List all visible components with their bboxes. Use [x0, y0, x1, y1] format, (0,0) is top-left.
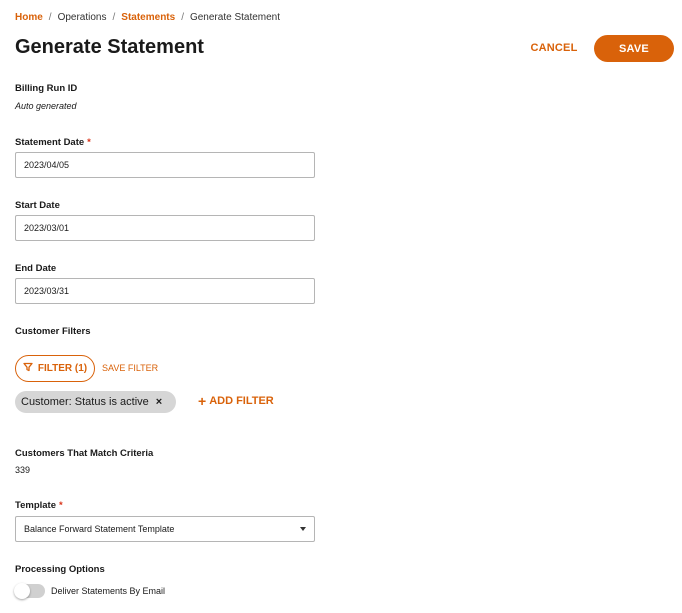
breadcrumb-separator: /: [181, 12, 184, 23]
email-delivery-toggle[interactable]: [14, 583, 45, 599]
match-criteria-label: Customers That Match Criteria: [15, 448, 154, 459]
billing-run-id-value: Auto generated: [15, 101, 77, 111]
end-date-field[interactable]: 2023/03/31: [15, 278, 315, 304]
plus-icon: +: [198, 393, 207, 409]
start-date-value: 2023/03/01: [24, 223, 70, 233]
breadcrumb-statements[interactable]: Statements: [121, 12, 175, 23]
email-delivery-label: Deliver Statements By Email: [51, 586, 166, 596]
close-icon[interactable]: ×: [156, 396, 162, 408]
customer-filters-label: Customer Filters: [15, 326, 91, 337]
processing-options-label: Processing Options: [15, 564, 105, 575]
required-marker: *: [87, 137, 91, 148]
funnel-icon: [23, 362, 33, 375]
breadcrumb: Home / Operations / Statements / Generat…: [15, 12, 280, 23]
start-date-label: Start Date: [15, 200, 60, 211]
cancel-button[interactable]: CANCEL: [524, 38, 584, 58]
end-date-label: End Date: [15, 263, 57, 274]
billing-run-id-label: Billing Run ID: [15, 83, 78, 94]
statement-date-label: Statement Date *: [15, 137, 91, 148]
template-label: Template *: [15, 500, 63, 511]
toggle-knob: [14, 583, 30, 599]
template-select[interactable]: Balance Forward Statement Template: [15, 516, 315, 542]
required-marker: *: [59, 500, 63, 511]
statement-date-value: 2023/04/05: [24, 160, 70, 170]
filter-button-label: FILTER (1): [37, 363, 88, 374]
filter-chip: Customer: Status is active ×: [15, 391, 176, 413]
filter-chip-label: Customer: Status is active: [21, 396, 149, 408]
add-filter-button[interactable]: + ADD FILTER: [198, 393, 274, 409]
breadcrumb-home[interactable]: Home: [15, 12, 43, 23]
breadcrumb-separator: /: [48, 12, 52, 23]
breadcrumb-separator: /: [112, 12, 116, 23]
match-criteria-count: 339: [15, 465, 31, 475]
statement-date-label-text: Statement Date: [15, 137, 85, 148]
end-date-value: 2023/03/31: [24, 286, 70, 296]
statement-date-field[interactable]: 2023/04/05: [15, 152, 315, 178]
caret-down-icon: [300, 527, 306, 531]
save-filter-link[interactable]: SAVE FILTER: [102, 363, 158, 373]
breadcrumb-operations: Operations: [57, 12, 107, 23]
template-selected-value: Balance Forward Statement Template: [24, 524, 175, 534]
breadcrumb-current: Generate Statement: [189, 12, 281, 23]
start-date-field[interactable]: 2023/03/01: [15, 215, 315, 241]
filter-button[interactable]: FILTER (1): [15, 355, 95, 382]
add-filter-label: ADD FILTER: [209, 395, 274, 407]
template-label-text: Template: [15, 500, 57, 511]
page-title: Generate Statement: [15, 36, 204, 58]
save-button[interactable]: SAVE: [594, 35, 674, 62]
